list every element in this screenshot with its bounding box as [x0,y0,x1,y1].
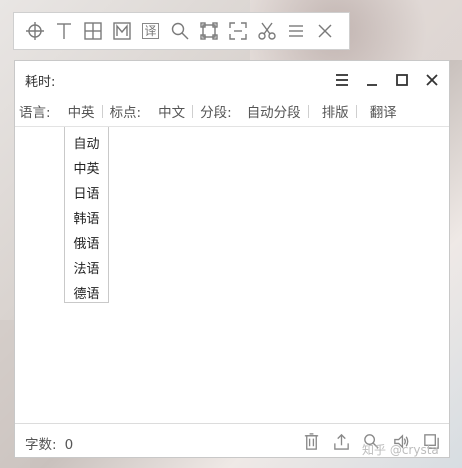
translate-glyph: 译 [142,23,159,39]
screenshot-toolbar: 译 [13,12,350,50]
separator [355,104,357,118]
ocr-result-window: 耗时: 语言: 中英 标点: 中文 分段: 自动分段 排版 翻译 自动 中英 日… [14,60,450,458]
options-bar: 语言: 中英 标点: 中文 分段: 自动分段 排版 翻译 [15,97,449,125]
language-label: 语言: [19,105,51,121]
window-controls [331,69,443,91]
close-icon[interactable] [421,69,443,91]
select-region-icon[interactable] [197,20,220,43]
maximize-icon[interactable] [391,69,413,91]
segment-label: 分段: [200,105,232,121]
punctuation-select[interactable]: 中文 [158,101,185,121]
elapsed-time-label: 耗时: [25,75,56,90]
segment-select[interactable]: 自动分段 [247,101,301,121]
minimize-icon[interactable] [361,69,383,91]
dropdown-item[interactable]: 法语 [65,255,108,280]
layout-button[interactable]: 排版 [322,101,349,121]
separator [101,104,103,118]
scissors-icon[interactable] [255,20,278,43]
dropdown-item[interactable]: 俄语 [65,230,108,255]
text-tool-icon[interactable] [52,20,75,43]
language-dropdown: 自动 中英 日语 韩语 俄语 法语 德语 [64,127,109,303]
table-grid-icon[interactable] [81,20,104,43]
translate-icon[interactable]: 译 [139,20,162,43]
close-icon[interactable] [313,20,336,43]
watermark: 知乎 @crysta [362,443,439,457]
separator [307,104,309,118]
dropdown-item[interactable]: 中英 [65,155,108,180]
window-titlebar: 耗时: [15,61,449,97]
dropdown-item[interactable]: 德语 [65,280,108,305]
punctuation-label: 标点: [109,105,142,121]
translate-button[interactable]: 翻译 [370,101,397,121]
menu-icon[interactable] [331,69,353,91]
markdown-m-icon[interactable] [110,20,133,43]
dropdown-item[interactable]: 韩语 [65,205,108,230]
char-count-value: 0 [64,437,74,453]
capture-frame-icon[interactable] [226,20,249,43]
menu-icon[interactable] [284,20,307,43]
separator [192,104,194,118]
trash-icon[interactable] [299,430,323,452]
char-count-label: 字数: [25,437,57,453]
upload-icon[interactable] [329,430,353,452]
dropdown-item[interactable]: 自动 [65,130,108,155]
language-select[interactable]: 中英 [68,101,95,121]
search-icon[interactable] [168,20,191,43]
dropdown-item[interactable]: 日语 [65,180,108,205]
char-count: 字数: 0 [25,433,73,453]
crosshair-icon[interactable] [23,20,46,43]
